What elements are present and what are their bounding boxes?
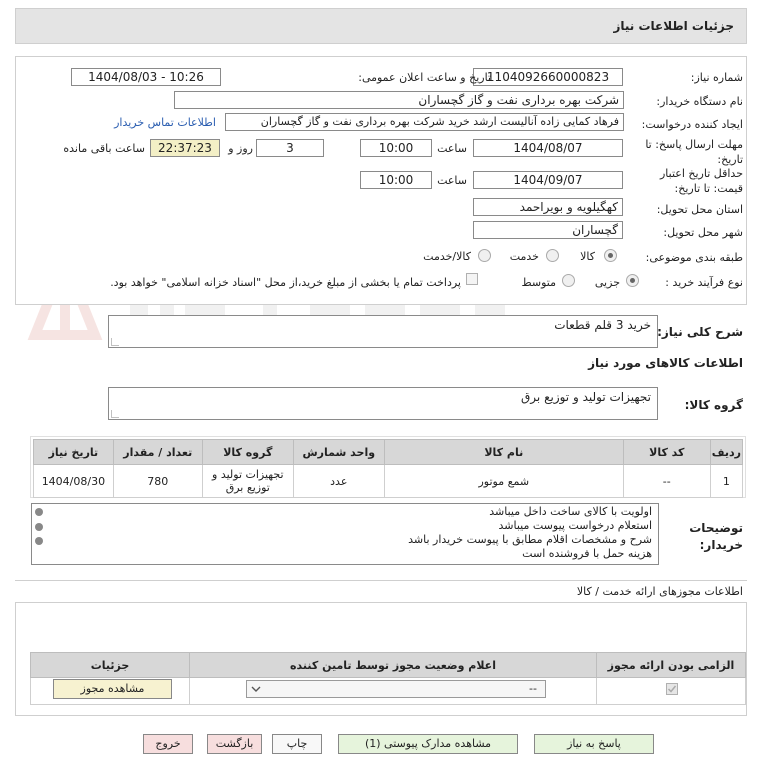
page-header: جزئیات اطلاعات نیاز [15,8,747,44]
permit-status-select[interactable]: -- [246,680,546,698]
permit-col-details: جزئیات [30,652,190,678]
permit-status-select-value: -- [529,682,537,695]
deadline-time-field: 10:00 [360,139,432,157]
summary-label: شرح کلی نیاز: [657,325,743,339]
items-table: ردیف کد کالا نام کالا واحد شمارش گروه کا… [33,439,744,498]
permit-col-status: اعلام وضعیت مجوز توسط تامین کننده [189,652,597,678]
back-button[interactable]: بازگشت [207,734,262,754]
permits-title: اطلاعات مجوزهای ارائه خدمت / کالا [576,585,743,598]
price-valid-label: حداقل تاریخ اعتبار قیمت: تا تاریخ: [659,167,743,195]
deadline-time-label: ساعت [437,142,467,155]
days-label: روز و [228,142,253,155]
page-title: جزئیات اطلاعات نیاز [613,19,734,33]
goods-group-label: گروه کالا: [684,398,743,412]
announce-datetime-label: تاریخ و ساعت اعلان عمومی: [358,71,491,84]
buyer-notes-textarea: اولویت با کالای ساخت داخل میباشد استعلام… [31,503,659,565]
resize-handle-icon[interactable] [111,410,119,418]
city-label: شهر محل تحویل: [663,226,743,239]
buyer-note-line: اولویت با کالای ساخت داخل میباشد [489,505,652,518]
scroll-down-icon[interactable] [35,537,43,545]
category-goods-service-radio[interactable] [478,249,491,262]
scroll-up-icon[interactable] [35,508,43,516]
view-permit-button[interactable]: مشاهده مجوز [53,679,172,699]
process-medium-label: متوسط [521,276,556,289]
days-remaining-field: 3 [256,139,324,157]
notes-scrollbar[interactable] [33,507,45,561]
process-type-label: نوع فرآیند خرید : [665,276,743,289]
scroll-thumb[interactable] [35,523,43,531]
summary-textarea: خرید 3 قلم قطعات [108,315,658,348]
permits-header-row: الزامی بودن ارائه مجوز اعلام وضعیت مجوز … [30,652,746,678]
price-valid-time-field: 10:00 [360,171,432,189]
cell-date: 1404/08/30 [33,464,114,498]
goods-group-textarea: تجهیزات تولید و توزیع برق [108,387,658,420]
announce-datetime-field: 1404/08/03 - 10:26 [71,68,221,86]
cell-group: تجهیزات تولید و توزیع برق [201,464,294,498]
items-table-header-row: ردیف کد کالا نام کالا واحد شمارش گروه کا… [33,439,744,465]
col-header-group: گروه کالا [201,439,294,465]
buyer-note-line: استعلام درخواست پیوست میباشد [498,519,652,532]
price-valid-time-label: ساعت [437,174,467,187]
check-icon [667,685,677,693]
buyer-note-line: هزینه حمل با فروشنده است [522,547,652,560]
category-service-radio[interactable] [546,249,559,262]
view-attachments-button[interactable]: مشاهده مدارک پیوستی (1) [338,734,518,754]
creator-label: ایجاد کننده درخواست: [641,118,743,131]
deadline-date-field: 1404/08/07 [473,139,623,157]
summary-text: خرید 3 قلم قطعات [554,318,651,332]
process-small-radio[interactable] [626,274,639,287]
col-header-row-no: ردیف [709,439,744,465]
goods-group-text: تجهیزات تولید و توزیع برق [521,390,651,404]
city-field: گچساران [473,221,623,239]
cell-unit: عدد [292,464,385,498]
buyer-note-line: شرح و مشخصات اقلام مطابق با پیوست خریدار… [408,533,652,546]
cell-row-no: 1 [709,464,744,498]
permits-title-bar: اطلاعات مجوزهای ارائه خدمت / کالا [15,580,747,602]
col-header-unit: واحد شمارش [292,439,385,465]
contact-buyer-link[interactable]: اطلاعات تماس خریدار [114,116,216,129]
buyer-org-label: نام دستگاه خریدار: [656,95,743,108]
goods-info-title: اطلاعات کالاهای مورد نیاز [588,356,743,370]
process-medium-radio[interactable] [562,274,575,287]
cell-code: -- [622,464,711,498]
treasury-payment-checkbox[interactable] [466,273,478,285]
category-goods-label: کالا [580,250,595,263]
need-number-label: شماره نیاز: [690,71,743,84]
category-goods-service-label: کالا/خدمت [423,250,471,263]
print-button[interactable]: چاپ [272,734,322,754]
remaining-time-field: 22:37:23 [150,139,220,157]
cell-name: شمع موتور [383,464,624,498]
creator-field: فرهاد کمایی زاده آنالیست ارشد خرید شرکت … [225,113,624,131]
province-field: کهگیلویه و بویراحمد [473,198,623,216]
col-header-code: کد کالا [622,439,711,465]
col-header-name: نام کالا [383,439,624,465]
col-header-date: تاریخ نیاز [33,439,114,465]
exit-button[interactable]: خروج [143,734,193,754]
chevron-down-icon[interactable] [251,684,261,694]
col-header-qty: تعداد / مقدار [112,439,203,465]
permit-required-checkbox [666,683,678,695]
process-small-label: جزیی [594,276,620,289]
category-service-label: خدمت [509,250,539,263]
buyer-org-field: شرکت بهره برداری نفت و گاز گچساران [174,91,624,109]
category-label: طبقه بندی موضوعی: [645,251,743,264]
permit-col-required: الزامی بودن ارائه مجوز [596,652,746,678]
cell-qty: 780 [112,464,203,498]
need-number-field: 1104092660000823 [473,68,623,86]
deadline-label: مهلت ارسال پاسخ: تا تاریخ: [645,138,743,166]
province-label: استان محل تحویل: [656,203,743,216]
category-goods-radio[interactable] [604,249,617,262]
table-row[interactable]: 1 -- شمع موتور عدد تجهیزات تولید و توزیع… [33,464,744,498]
treasury-payment-note: پرداخت تمام یا بخشی از مبلغ خرید،از محل … [110,276,461,289]
price-valid-date-field: 1404/09/07 [473,171,623,189]
resize-handle-icon[interactable] [111,338,119,346]
remaining-time-label: ساعت باقی مانده [63,142,145,155]
reply-to-need-button[interactable]: پاسخ به نیاز [534,734,654,754]
buyer-notes-label: توضیحات خریدار: [689,521,743,552]
